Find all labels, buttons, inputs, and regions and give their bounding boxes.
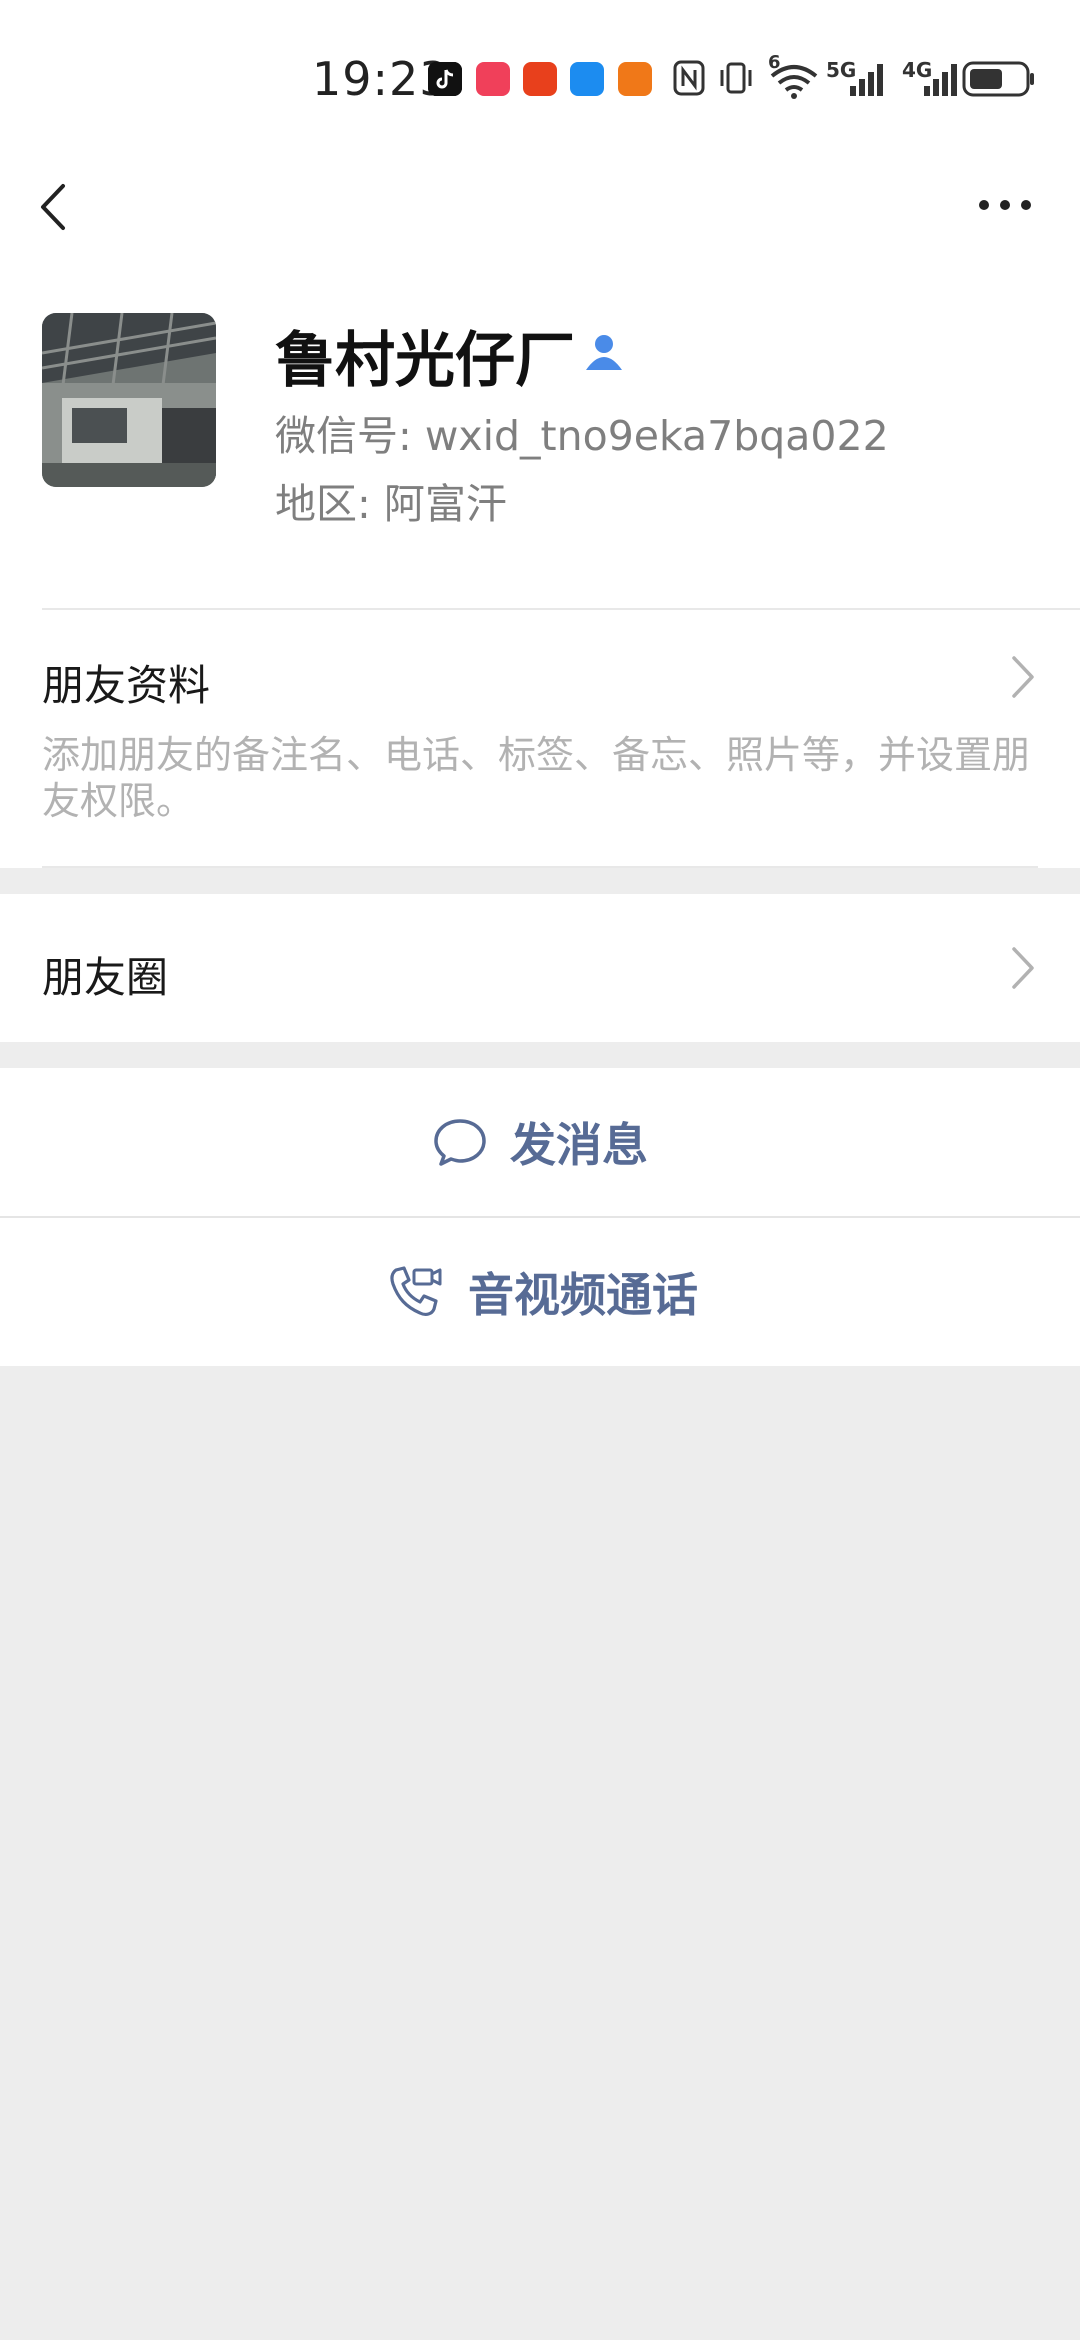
wechat-id: 微信号: wxid_tno9eka7bqa022 (275, 412, 889, 460)
profile-divider (42, 608, 1080, 610)
tiktok-app-icon (428, 62, 462, 96)
moments-title: 朋友圈 (42, 953, 169, 1002)
region: 地区: 阿富汗 (275, 480, 507, 528)
battery-icon (962, 61, 1034, 97)
nfc-icon (673, 60, 705, 96)
chat-bubble-icon (434, 1119, 486, 1166)
send-message-label: 发消息 (510, 1118, 648, 1172)
contact-name: 鲁村光仔厂 (275, 326, 575, 396)
friend-info-row[interactable]: 朋友资料 添加朋友的备注名、电话、标签、备忘、照片等，并设置朋友权限。 (0, 612, 1080, 867)
user-tag-icon (586, 335, 622, 370)
send-message-button[interactable]: 发消息 (0, 1068, 1080, 1216)
chevron-right-icon (1012, 656, 1034, 698)
chevron-right-icon (1012, 947, 1034, 989)
signal-strength-icon-1 (850, 64, 883, 96)
car-app-icon (570, 62, 604, 96)
more-options-icon[interactable] (970, 185, 1040, 225)
video-call-icon (390, 1266, 442, 1316)
vibrate-icon (720, 62, 752, 94)
av-call-label: 音视频通话 (468, 1268, 698, 1322)
wifi-badge: 6 (768, 52, 781, 73)
bank-app-icon (523, 62, 557, 96)
shopping-app-icon (476, 62, 510, 96)
av-call-button[interactable]: 音视频通话 (0, 1218, 1080, 1366)
status-bar: 19:23 6 5G 4G (0, 0, 1080, 150)
back-arrow-icon[interactable] (30, 172, 80, 242)
avatar-photo (42, 313, 216, 487)
moments-row[interactable]: 朋友圈 (0, 894, 1080, 1042)
orange-app-icon (618, 62, 652, 96)
signal-strength-icon-2 (924, 64, 957, 96)
friend-info-description: 添加朋友的备注名、电话、标签、备忘、照片等，并设置朋友权限。 (42, 733, 1031, 823)
avatar[interactable] (42, 313, 216, 487)
friend-info-title: 朋友资料 (42, 661, 211, 710)
friend-info-divider (42, 866, 1038, 868)
